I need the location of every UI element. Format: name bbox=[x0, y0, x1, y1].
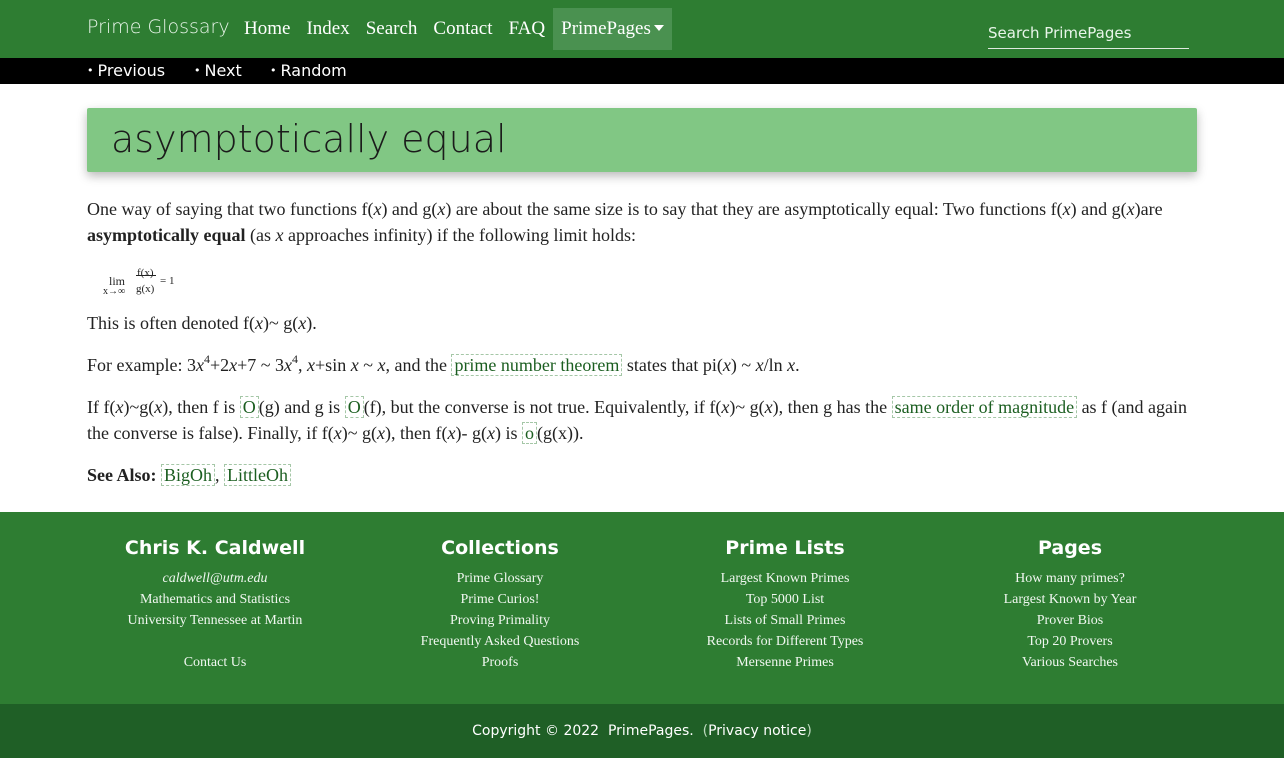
limit-formula-image: lim x→∞ f(x) g(x) = 1 bbox=[103, 260, 203, 297]
title-card: asymptotically equal bbox=[87, 108, 1197, 172]
entry-content: One way of saying that two functions f(x… bbox=[87, 196, 1197, 504]
footer-link[interactable]: Frequently Asked Questions bbox=[370, 631, 630, 652]
footer-link[interactable]: Prime Curios! bbox=[370, 589, 630, 610]
footer-link[interactable]: Proofs bbox=[370, 652, 630, 673]
footer-link[interactable]: Records for Different Types bbox=[655, 631, 915, 652]
primepages-dropdown-label: PrimePages bbox=[561, 18, 651, 39]
page-title: asymptotically equal bbox=[111, 117, 507, 161]
little-o-link[interactable]: o bbox=[521, 422, 537, 444]
random-label: Random bbox=[280, 61, 347, 80]
big-o-link[interactable]: O bbox=[344, 396, 364, 418]
footer-link[interactable]: Mersenne Primes bbox=[655, 652, 915, 673]
nav-home-link[interactable]: Home bbox=[236, 8, 298, 50]
nav-index-link[interactable]: Index bbox=[298, 8, 357, 50]
bullet-icon: • bbox=[194, 64, 201, 77]
formula-equals: = 1 bbox=[160, 275, 175, 287]
example-paragraph: For example: 3x4+2x+7 ~ 3x4, x+sin x ~ x… bbox=[87, 352, 800, 376]
previous-label: Previous bbox=[97, 61, 166, 80]
footer-link[interactable]: Largest Known Primes bbox=[655, 568, 915, 589]
contact-us-link[interactable]: Contact Us bbox=[85, 652, 345, 673]
footer-col-collections: Collections Prime Glossary Prime Curios!… bbox=[370, 537, 630, 673]
copyright-bar: Copyright © 2022 PrimePages. (Privacy no… bbox=[0, 704, 1284, 758]
footer-col-author: Chris K. Caldwell caldwell@utm.edu Mathe… bbox=[85, 537, 345, 673]
see-also-paragraph: See Also: BigOh, LittleOh bbox=[87, 462, 1197, 488]
formula-denominator: g(x) bbox=[136, 283, 155, 295]
footer-link[interactable]: Top 20 Provers bbox=[940, 631, 1200, 652]
next-link[interactable]: • Next bbox=[194, 61, 242, 80]
nav-contact-link[interactable]: Contact bbox=[425, 8, 500, 50]
definition-paragraph: One way of saying that two functions f(x… bbox=[87, 199, 1163, 245]
big-o-link[interactable]: O bbox=[239, 396, 259, 418]
footer-link[interactable]: Prime Glossary bbox=[370, 568, 630, 589]
footer-col-title: Chris K. Caldwell bbox=[124, 537, 306, 559]
previous-link[interactable]: • Previous bbox=[87, 61, 165, 80]
primepages-dropdown[interactable]: PrimePages bbox=[553, 8, 672, 50]
author-dept: Mathematics and Statistics bbox=[139, 592, 291, 607]
sub-navbar: • Previous • Next • Random bbox=[0, 58, 1284, 84]
term-bold: asymptotically equal bbox=[87, 225, 246, 245]
author-university: University Tennessee at Martin bbox=[127, 613, 303, 628]
brand-link[interactable]: Prime Glossary bbox=[87, 16, 230, 38]
footer-link[interactable]: How many primes? bbox=[940, 568, 1200, 589]
primepages-link[interactable]: PrimePages bbox=[608, 723, 689, 739]
prime-number-theorem-link[interactable]: prime number theorem bbox=[451, 354, 623, 376]
notation-paragraph: This is often denoted f(x)~ g(x). bbox=[87, 313, 317, 333]
top-navbar: Prime Glossary Home Index Search Contact… bbox=[0, 0, 1284, 58]
nav-search-link[interactable]: Search bbox=[358, 8, 426, 50]
footer-col-title: Pages bbox=[1037, 537, 1103, 559]
bullet-icon: • bbox=[87, 64, 94, 77]
privacy-notice-link[interactable]: Privacy notice bbox=[708, 723, 806, 739]
search-input[interactable] bbox=[988, 18, 1189, 49]
next-label: Next bbox=[204, 61, 242, 80]
bigoh-link[interactable]: BigOh bbox=[161, 464, 216, 486]
footer-link[interactable]: Various Searches bbox=[940, 652, 1200, 673]
author-email-link[interactable]: caldwell@utm.edu bbox=[85, 568, 345, 589]
bullet-icon: • bbox=[270, 64, 277, 77]
footer-link[interactable]: Prover Bios bbox=[940, 610, 1200, 631]
footer-link[interactable]: Lists of Small Primes bbox=[655, 610, 915, 631]
same-order-of-magnitude-link[interactable]: same order of magnitude bbox=[891, 396, 1078, 418]
footer-col-title: Prime Lists bbox=[725, 537, 845, 559]
order-paragraph: If f(x)~g(x), then f is O (g) and g is O(… bbox=[87, 396, 1188, 444]
footer-link[interactable]: Top 5000 List bbox=[655, 589, 915, 610]
site-footer: Chris K. Caldwell caldwell@utm.edu Mathe… bbox=[0, 512, 1284, 704]
footer-link[interactable]: Largest Known by Year bbox=[940, 589, 1200, 610]
nav-links: Home Index Search Contact FAQ PrimePages bbox=[236, 8, 672, 50]
footer-col-prime-lists: Prime Lists Largest Known Primes Top 500… bbox=[655, 537, 915, 673]
footer-col-pages: Pages How many primes? Largest Known by … bbox=[940, 537, 1200, 673]
littleoh-link[interactable]: LittleOh bbox=[224, 464, 292, 486]
see-also-label: See Also: bbox=[87, 465, 157, 485]
footer-col-title: Collections bbox=[441, 537, 559, 559]
nav-faq-link[interactable]: FAQ bbox=[501, 8, 554, 50]
footer-link[interactable]: Proving Primality bbox=[370, 610, 630, 631]
random-link[interactable]: • Random bbox=[270, 61, 347, 80]
formula-lim-sub: x→∞ bbox=[103, 286, 126, 297]
caret-down-icon bbox=[653, 25, 664, 31]
copyright-text: Copyright © 2022 bbox=[472, 723, 600, 739]
